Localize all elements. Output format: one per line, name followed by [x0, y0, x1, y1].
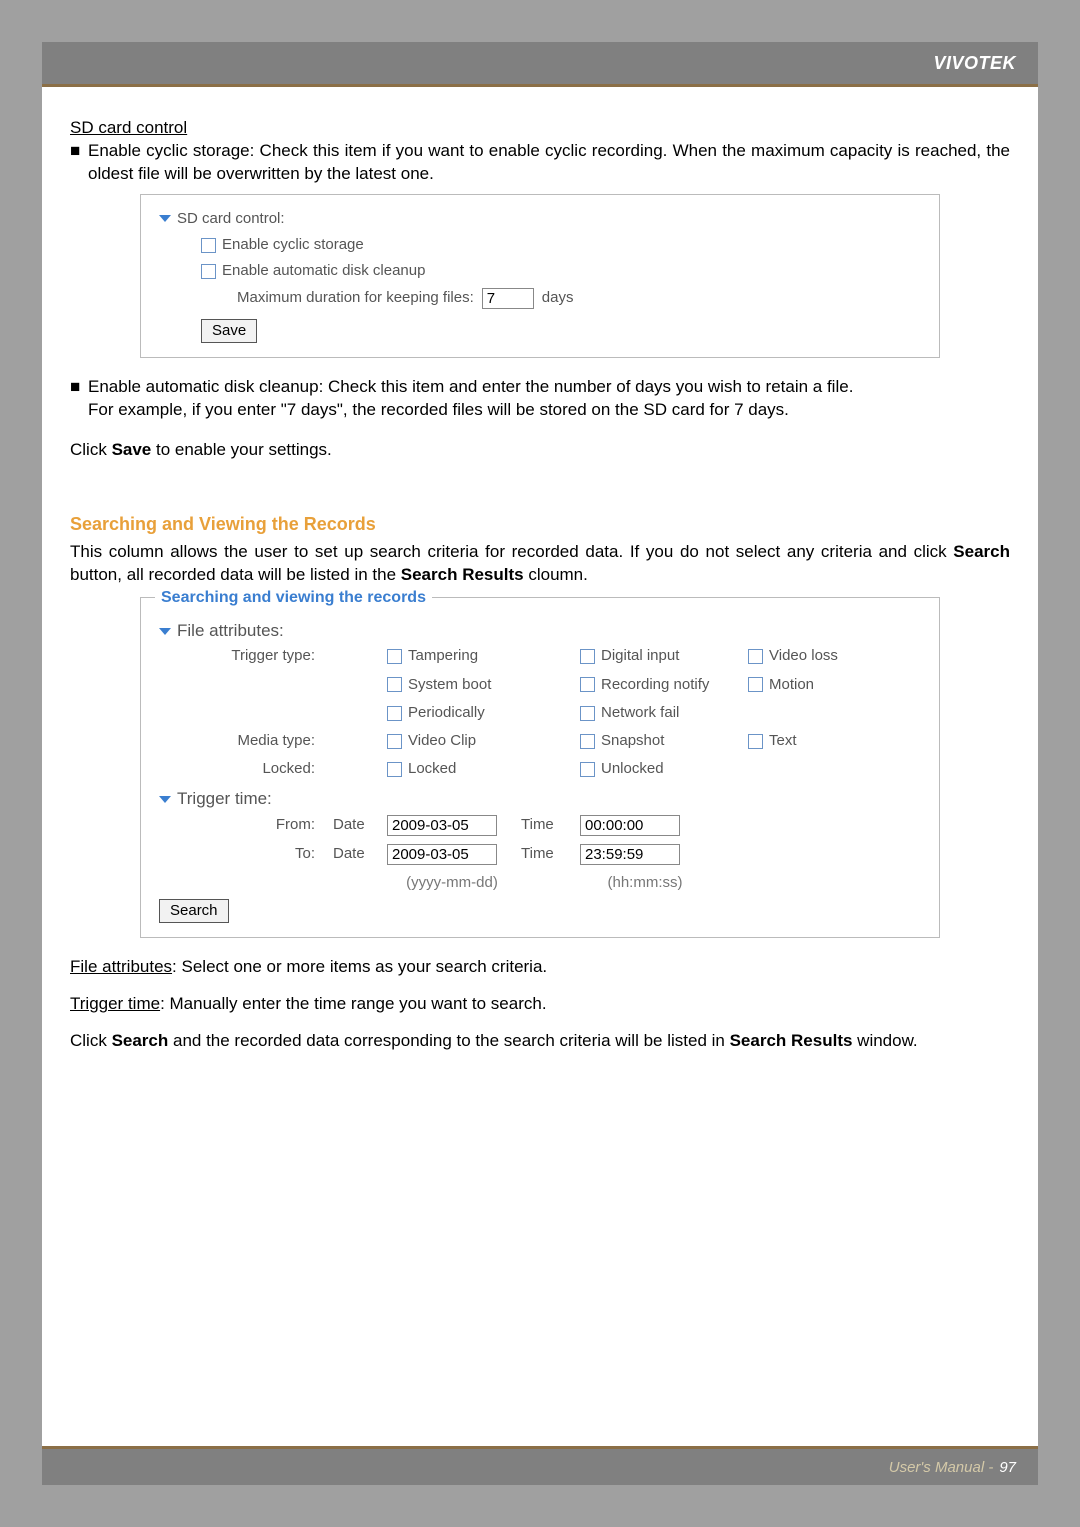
checkbox-motion[interactable]	[748, 677, 763, 692]
bullet-icon: ■	[70, 140, 88, 186]
page-footer: User's Manual - 97	[42, 1449, 1038, 1485]
sd-bullet-2-cont: For example, if you enter "7 days", the …	[70, 399, 1010, 422]
opt-cleanup-row: Enable automatic disk cleanup	[201, 261, 921, 281]
max-duration-row: Maximum duration for keeping files: days	[237, 288, 921, 309]
opt-cyclic-row: Enable cyclic storage	[201, 235, 921, 255]
to-label: To:	[159, 844, 329, 864]
from-date-input[interactable]	[387, 815, 497, 836]
chevron-down-icon	[159, 215, 171, 222]
chevron-down-icon	[159, 628, 171, 635]
footer-label: User's Manual -	[889, 1459, 994, 1476]
time-hint: (hh:mm:ss)	[580, 873, 710, 893]
file-attributes-label: File attributes:	[177, 620, 284, 643]
file-attributes-header[interactable]: File attributes:	[159, 620, 921, 643]
time-grid: From: Date Time To: Date Time (yyyy-mm-d…	[159, 815, 921, 894]
search-section-title: Searching and Viewing the Records	[70, 512, 1010, 536]
checkbox-recording-notify[interactable]	[580, 677, 595, 692]
search-panel: Searching and viewing the records File a…	[140, 597, 940, 939]
checkbox-cyclic[interactable]	[201, 238, 216, 253]
page-content: SD card control ■ Enable cyclic storage:…	[42, 87, 1038, 1446]
checkbox-video-clip[interactable]	[387, 734, 402, 749]
trigger-time-header[interactable]: Trigger time:	[159, 788, 921, 811]
sd-panel-header[interactable]: SD card control:	[159, 209, 921, 229]
date-hint: (yyyy-mm-dd)	[387, 873, 517, 893]
search-outro: Click Search and the recorded data corre…	[70, 1030, 1010, 1053]
save-button[interactable]: Save	[201, 319, 257, 343]
footer-page: 97	[999, 1459, 1016, 1476]
opt-cyclic-label: Enable cyclic storage	[222, 235, 364, 255]
checkbox-snapshot[interactable]	[580, 734, 595, 749]
page-header: VIVOTEK	[42, 42, 1038, 84]
click-save-line: Click Save to enable your settings.	[70, 439, 1010, 462]
checkbox-video-loss[interactable]	[748, 649, 763, 664]
sd-heading: SD card control	[70, 117, 1010, 140]
chevron-down-icon	[159, 796, 171, 803]
max-duration-label: Maximum duration for keeping files:	[237, 288, 474, 308]
sd-bullet-1: ■ Enable cyclic storage: Check this item…	[70, 140, 1010, 186]
days-label: days	[542, 288, 574, 308]
trigger-time-label: Trigger time:	[177, 788, 272, 811]
file-attributes-note: File attributes: Select one or more item…	[70, 956, 1010, 979]
time-label: Time	[521, 815, 576, 835]
checkbox-periodically[interactable]	[387, 706, 402, 721]
from-label: From:	[159, 815, 329, 835]
checkbox-cleanup[interactable]	[201, 264, 216, 279]
from-time-input[interactable]	[580, 815, 680, 836]
to-time-input[interactable]	[580, 844, 680, 865]
checkbox-system-boot[interactable]	[387, 677, 402, 692]
checkbox-tampering[interactable]	[387, 649, 402, 664]
locked-label: Locked:	[159, 759, 329, 779]
search-panel-legend: Searching and viewing the records	[155, 587, 432, 609]
date-label: Date	[333, 815, 383, 835]
brand-text: VIVOTEK	[933, 53, 1016, 74]
search-intro: This column allows the user to set up se…	[70, 541, 1010, 587]
max-duration-input[interactable]	[482, 288, 534, 309]
sd-bullet-2: ■ Enable automatic disk cleanup: Check t…	[70, 376, 1010, 399]
checkbox-unlocked[interactable]	[580, 762, 595, 777]
trigger-time-note: Trigger time: Manually enter the time ra…	[70, 993, 1010, 1016]
sd-panel-title: SD card control:	[177, 209, 285, 229]
sd-panel: SD card control: Enable cyclic storage E…	[140, 194, 940, 358]
time-label: Time	[521, 844, 576, 864]
to-date-input[interactable]	[387, 844, 497, 865]
media-type-label: Media type:	[159, 731, 329, 751]
attributes-grid: Trigger type: Tampering Digital input Vi…	[159, 646, 921, 779]
trigger-type-label: Trigger type:	[159, 646, 329, 666]
date-label: Date	[333, 844, 383, 864]
opt-cleanup-label: Enable automatic disk cleanup	[222, 261, 425, 281]
search-button[interactable]: Search	[159, 899, 229, 923]
checkbox-text[interactable]	[748, 734, 763, 749]
checkbox-network-fail[interactable]	[580, 706, 595, 721]
sd-bullet-2-text: Enable automatic disk cleanup: Check thi…	[88, 376, 1010, 399]
sd-bullet-1-text: Enable cyclic storage: Check this item i…	[88, 140, 1010, 186]
checkbox-locked[interactable]	[387, 762, 402, 777]
bullet-icon: ■	[70, 376, 88, 399]
checkbox-digital-input[interactable]	[580, 649, 595, 664]
